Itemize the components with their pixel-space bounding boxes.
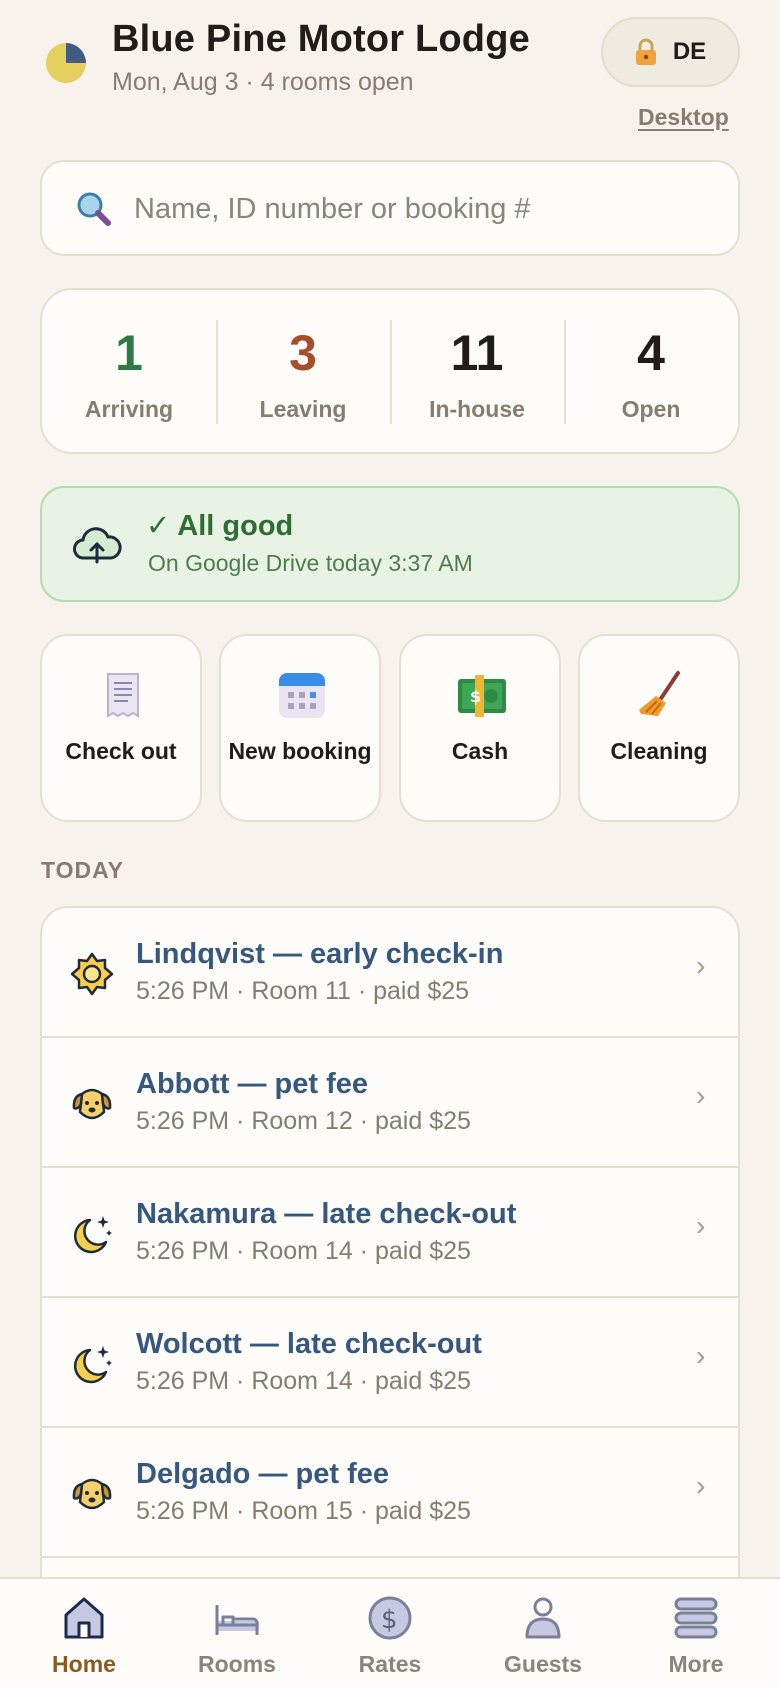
item-detail: 5:26 PM · Room 14 · paid $25 [136, 1237, 471, 1265]
item-detail: 5:26 PM · Room 11 · paid $25 [136, 977, 470, 1005]
sync-status-banner[interactable]: ✓ All good On Google Drive today 3:37 AM [40, 486, 740, 602]
quick-actions: Check out New booking $ Cash Cleaning [40, 634, 740, 822]
nav-home[interactable]: Home [6, 1579, 162, 1688]
stat-label: Leaving [259, 396, 347, 422]
search-icon [77, 192, 111, 226]
nav-more[interactable]: More [618, 1579, 774, 1688]
stat-label: Arriving [84, 396, 174, 422]
nav-rates[interactable]: $ Rates [312, 1579, 468, 1688]
chevron-right-icon: › [696, 1210, 706, 1241]
nav-rooms[interactable]: Rooms [159, 1579, 315, 1688]
nav-label: Rooms [198, 1651, 276, 1677]
cash-icon: $ [458, 675, 506, 717]
bottom-nav: Home Rooms $ Rates Guests More [0, 1577, 780, 1688]
sync-detail: On Google Drive today 3:37 AM [148, 550, 473, 576]
action-label: New booking [228, 738, 372, 764]
list-item[interactable]: Delgado — pet fee 5:26 PM · Room 15 · pa… [42, 1428, 738, 1558]
today-list: Lindqvist — early check-in 5:26 PM · Roo… [40, 906, 740, 1606]
item-title: Abbott — pet fee [136, 1068, 368, 1100]
logo-icon [46, 43, 86, 83]
search-input[interactable] [134, 178, 714, 240]
list-item[interactable]: Lindqvist — early check-in 5:26 PM · Roo… [42, 908, 738, 1038]
stat-arriving[interactable]: 1 Arriving [42, 290, 216, 452]
nav-label: Home [52, 1651, 116, 1677]
nav-label: Guests [504, 1651, 582, 1677]
receipt-icon [107, 673, 139, 718]
search-bar[interactable] [40, 160, 740, 256]
svg-text:$: $ [381, 1605, 398, 1635]
item-title: Delgado — pet fee [136, 1458, 389, 1490]
dog-icon [72, 1478, 112, 1510]
nav-label: Rates [358, 1651, 422, 1677]
cloud-upload-icon [73, 527, 122, 564]
stat-label: Open [621, 396, 681, 422]
stat-value: 1 [115, 325, 143, 381]
item-title: Nakamura — late check-out [136, 1198, 517, 1230]
action-label: Cleaning [610, 738, 708, 764]
guest-icon [525, 1597, 561, 1639]
chevron-right-icon: › [696, 1340, 706, 1371]
chevron-right-icon: › [696, 950, 706, 981]
new-booking-button[interactable]: New booking [219, 634, 381, 822]
broom-icon [639, 671, 680, 716]
moon-icon [73, 1346, 112, 1384]
stat-label: In-house [429, 396, 525, 422]
svg-text:$: $ [470, 687, 481, 706]
item-detail: 5:26 PM · Room 14 · paid $25 [136, 1367, 471, 1395]
home-icon [64, 1597, 104, 1639]
nav-label: More [668, 1651, 724, 1677]
cash-button[interactable]: $ Cash [399, 634, 561, 822]
stats-panel: 1 Arriving 3 Leaving 11 In-house 4 Open [40, 288, 740, 454]
more-icon [674, 1597, 718, 1639]
item-title: Wolcott — late check-out [136, 1328, 482, 1360]
list-item[interactable]: Abbott — pet fee 5:26 PM · Room 12 · pai… [42, 1038, 738, 1168]
stat-value: 11 [450, 325, 504, 381]
sun-icon [70, 952, 114, 996]
lock-button-label: DE [672, 38, 707, 65]
lock-button[interactable]: DE [601, 17, 740, 87]
action-label: Check out [65, 738, 177, 764]
app-title: Blue Pine Motor Lodge [112, 18, 530, 60]
stat-leaving[interactable]: 3 Leaving [216, 290, 390, 452]
today-heading: TODAY [41, 857, 124, 883]
dollar-icon: $ [368, 1596, 412, 1640]
desktop-link[interactable]: Desktop [638, 104, 729, 131]
chevron-right-icon: › [696, 1080, 706, 1111]
bed-icon [215, 1605, 259, 1635]
action-label: Cash [451, 738, 509, 764]
item-detail: 5:26 PM · Room 12 · paid $25 [136, 1107, 471, 1135]
stat-value: 3 [289, 325, 317, 381]
cleaning-button[interactable]: Cleaning [578, 634, 740, 822]
header: Blue Pine Motor Lodge Mon, Aug 3 · 4 roo… [0, 0, 780, 150]
header-subtitle: Mon, Aug 3 · 4 rooms open [112, 68, 414, 96]
nav-guests[interactable]: Guests [465, 1579, 621, 1688]
moon-icon [73, 1216, 112, 1254]
item-title: Lindqvist — early check-in [136, 938, 504, 970]
list-item[interactable]: Nakamura — late check-out 5:26 PM · Room… [42, 1168, 738, 1298]
list-item[interactable]: Wolcott — late check-out 5:26 PM · Room … [42, 1298, 738, 1428]
stat-in-house[interactable]: 11 In-house [390, 290, 564, 452]
lock-icon [635, 38, 656, 65]
calendar-icon [279, 673, 325, 718]
chevron-right-icon: › [696, 1470, 706, 1501]
item-detail: 5:26 PM · Room 15 · paid $25 [136, 1497, 471, 1525]
dog-icon [72, 1088, 112, 1120]
stat-value: 4 [637, 325, 665, 381]
check-out-button[interactable]: Check out [40, 634, 202, 822]
stat-open[interactable]: 4 Open [564, 290, 738, 452]
sync-title: ✓ All good [146, 510, 294, 542]
